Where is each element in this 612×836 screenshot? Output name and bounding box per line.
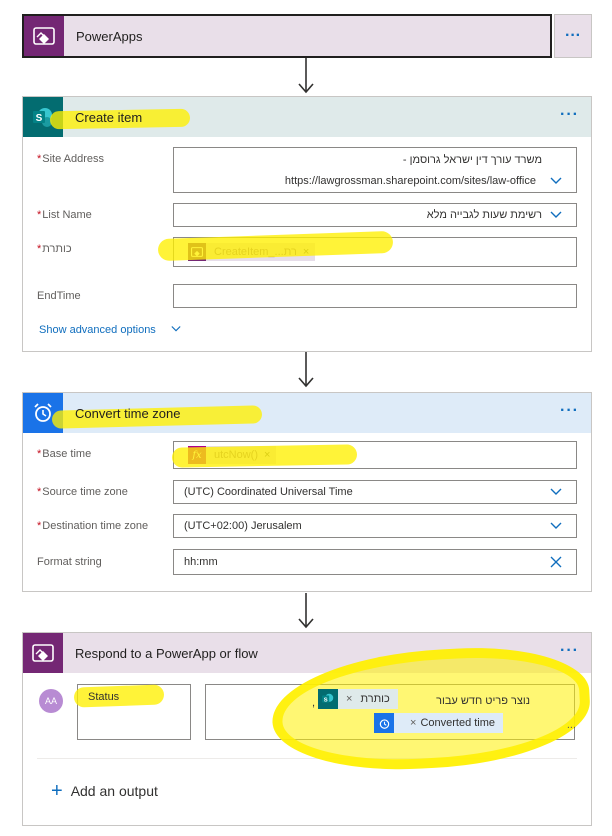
source-tz-field[interactable]: (UTC) Coordinated Universal Time xyxy=(173,480,577,504)
convert-time-title: Convert time zone xyxy=(75,405,181,421)
endtime-row: EndTime xyxy=(37,284,577,322)
convert-time-card: Convert time zone ··· *Base time fx utcN… xyxy=(22,392,592,592)
dest-tz-value: (UTC+02:00) Jerusalem xyxy=(184,520,302,532)
title-field[interactable]: CreateItem_...רת × xyxy=(173,237,577,267)
list-name-field[interactable]: רשימת שעות לגבייה מלא xyxy=(173,203,577,227)
powerapps-icon xyxy=(188,243,206,261)
endtime-field[interactable] xyxy=(173,284,577,308)
format-value: hh:mm xyxy=(184,556,218,568)
powerapps-icon xyxy=(24,16,64,56)
site-address-line1: משרד עורך דין ישראל גרוסמן - xyxy=(402,154,542,166)
createitem-token[interactable]: CreateItem_...רת × xyxy=(188,243,316,261)
format-label: Format string xyxy=(37,556,102,568)
chevron-down-icon[interactable] xyxy=(550,520,562,532)
add-output-button[interactable]: + Add an output xyxy=(51,780,158,802)
arrow-down-icon xyxy=(298,593,314,629)
output-comma: , xyxy=(312,697,316,709)
powerapps-icon xyxy=(23,633,63,673)
site-address-field[interactable]: משרד עורך דין ישראל גרוסמן - https://law… xyxy=(173,147,577,193)
sharepoint-icon: S xyxy=(318,689,338,709)
svg-text:S: S xyxy=(324,697,328,703)
converted-time-token[interactable]: × Converted time xyxy=(374,713,504,733)
chevron-down-icon xyxy=(171,326,181,332)
trigger-title: PowerApps xyxy=(76,28,143,44)
converted-time-token-label: Converted time xyxy=(420,717,496,729)
base-time-row: *Base time fx utcNow() × xyxy=(37,441,577,480)
clear-icon[interactable] xyxy=(550,556,562,568)
chevron-down-icon[interactable] xyxy=(550,209,562,221)
format-row: Format string hh:mm xyxy=(37,549,577,580)
arrow-down-icon xyxy=(298,58,314,94)
remove-token-icon[interactable]: × xyxy=(264,449,276,461)
source-tz-label: Source time zone xyxy=(42,486,128,498)
utcnow-token[interactable]: fx utcNow() × xyxy=(188,446,277,464)
base-time-label: Base time xyxy=(42,448,92,460)
format-field[interactable]: hh:mm xyxy=(173,549,577,575)
respond-more-button[interactable]: ··· xyxy=(560,643,579,659)
list-name-label: List Name xyxy=(42,209,92,221)
respond-title: Respond to a PowerApp or flow xyxy=(75,645,258,661)
base-time-field[interactable]: fx utcNow() × xyxy=(173,441,577,469)
source-tz-value: (UTC) Coordinated Universal Time xyxy=(184,486,353,498)
powerapps-trigger-card[interactable]: PowerApps xyxy=(22,14,552,58)
expression-icon: fx xyxy=(188,446,206,464)
list-name-value: רשימת שעות לגבייה מלא xyxy=(426,209,542,221)
trigger-more-button[interactable]: ··· xyxy=(554,14,592,58)
sharepoint-icon: S xyxy=(23,97,63,137)
show-advanced-link[interactable]: Show advanced options xyxy=(39,324,156,336)
convert-time-more-button[interactable]: ··· xyxy=(560,403,579,419)
title-label: כותרת xyxy=(42,243,72,255)
create-item-more-button[interactable]: ··· xyxy=(560,107,579,123)
createitem-token-label: CreateItem_...רת xyxy=(214,246,297,258)
show-advanced-options[interactable]: Show advanced options xyxy=(39,322,577,346)
title-token[interactable]: S × כותרת xyxy=(318,689,398,709)
site-address-label: Site Address xyxy=(42,153,105,165)
remove-token-icon[interactable]: × xyxy=(338,693,354,705)
chevron-down-icon[interactable] xyxy=(550,486,562,498)
list-name-row: *List Name רשימת שעות לגבייה מלא xyxy=(37,203,577,238)
output-name-field[interactable]: Status xyxy=(77,684,191,740)
output-name-value: Status xyxy=(88,691,120,703)
output-value-field[interactable]: נוצר פריט חדש עבור , S × כותרת × Convert… xyxy=(205,684,576,740)
site-address-row: *Site Address משרד עורך דין ישראל גרוסמן… xyxy=(37,147,577,203)
chevron-down-icon[interactable] xyxy=(550,175,562,187)
divider xyxy=(37,758,577,759)
site-address-line2: https://lawgrossman.sharepoint.com/sites… xyxy=(284,175,536,187)
respond-card: Respond to a PowerApp or flow ··· AA Sta… xyxy=(22,632,592,826)
create-item-header[interactable]: S Create item ··· xyxy=(23,97,591,137)
remove-token-icon[interactable]: × xyxy=(394,717,418,729)
more-tokens-button[interactable]: ... xyxy=(567,719,576,731)
alarm-clock-icon xyxy=(374,713,394,733)
avatar: AA xyxy=(39,689,63,713)
source-tz-row: *Source time zone (UTC) Coordinated Univ… xyxy=(37,480,577,514)
title-token-label: כותרת xyxy=(360,693,390,705)
remove-token-icon[interactable]: × xyxy=(303,246,315,258)
title-row: *כותרת CreateItem_...רת × xyxy=(37,237,577,284)
dest-tz-label: Destination time zone xyxy=(42,520,149,532)
endtime-label: EndTime xyxy=(37,290,81,302)
dest-tz-row: *Destination time zone (UTC+02:00) Jerus… xyxy=(37,514,577,550)
convert-time-header[interactable]: Convert time zone ··· xyxy=(23,393,591,433)
add-output-label: Add an output xyxy=(70,783,158,799)
dest-tz-field[interactable]: (UTC+02:00) Jerusalem xyxy=(173,514,577,538)
alarm-clock-icon xyxy=(23,393,63,433)
create-item-title: Create item xyxy=(75,109,143,125)
create-item-card: S Create item ··· *Site Address משרד עור… xyxy=(22,96,592,352)
trigger-more-icon: ··· xyxy=(565,27,581,44)
svg-text:S: S xyxy=(36,113,43,124)
avatar-text: AA xyxy=(44,696,57,706)
plus-icon: + xyxy=(51,780,63,802)
output-prefix-text: נוצר פריט חדש עבור xyxy=(436,695,530,707)
respond-header[interactable]: Respond to a PowerApp or flow ··· xyxy=(23,633,591,673)
arrow-down-icon xyxy=(298,352,314,388)
utcnow-token-label: utcNow() xyxy=(214,449,259,461)
